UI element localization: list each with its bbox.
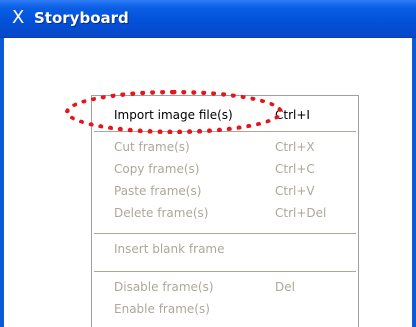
menu-item-shortcut: Ctrl+Del bbox=[275, 206, 327, 220]
menu-item-paste-frame: Paste frame(s) Ctrl+V bbox=[92, 180, 358, 202]
menu-separator bbox=[94, 233, 356, 234]
menu-item-label: Paste frame(s) bbox=[114, 184, 202, 198]
menu-item-disable-frame: Disable frame(s) Del bbox=[92, 276, 358, 298]
menu-item-shortcut: Ctrl+X bbox=[275, 140, 315, 154]
title-bar[interactable]: Χ Storyboard bbox=[0, 0, 416, 38]
menu-separator bbox=[94, 131, 356, 132]
menu-item-label: Cut frame(s) bbox=[114, 140, 190, 154]
menu-item-import-image[interactable]: Import image file(s) Ctrl+I bbox=[92, 104, 358, 126]
menu-item-shortcut: Ctrl+V bbox=[275, 184, 315, 198]
menu-item-label: Enable frame(s) bbox=[114, 302, 210, 316]
menu-item-label: Import image file(s) bbox=[114, 108, 233, 122]
menu-item-label: Disable frame(s) bbox=[114, 280, 214, 294]
menu-item-copy-frame: Copy frame(s) Ctrl+C bbox=[92, 158, 358, 180]
storyboard-icon: Χ bbox=[12, 7, 25, 28]
menu-item-enable-frame: Enable frame(s) bbox=[92, 298, 358, 320]
window-title: Storyboard bbox=[34, 9, 129, 27]
menu-item-label: Copy frame(s) bbox=[114, 162, 200, 176]
menu-item-shortcut: Ctrl+C bbox=[275, 162, 315, 176]
menu-item-shortcut: Ctrl+I bbox=[275, 108, 310, 122]
context-menu: Import image file(s) Ctrl+I Cut frame(s)… bbox=[91, 95, 359, 327]
menu-item-shortcut: Del bbox=[275, 280, 295, 294]
menu-separator bbox=[94, 271, 356, 272]
menu-item-label: Insert blank frame bbox=[114, 242, 225, 256]
menu-item-insert-blank-frame: Insert blank frame bbox=[92, 238, 358, 260]
menu-item-cut-frame: Cut frame(s) Ctrl+X bbox=[92, 136, 358, 158]
menu-item-delete-frame: Delete frame(s) Ctrl+Del bbox=[92, 202, 358, 224]
menu-item-label: Delete frame(s) bbox=[114, 206, 209, 220]
